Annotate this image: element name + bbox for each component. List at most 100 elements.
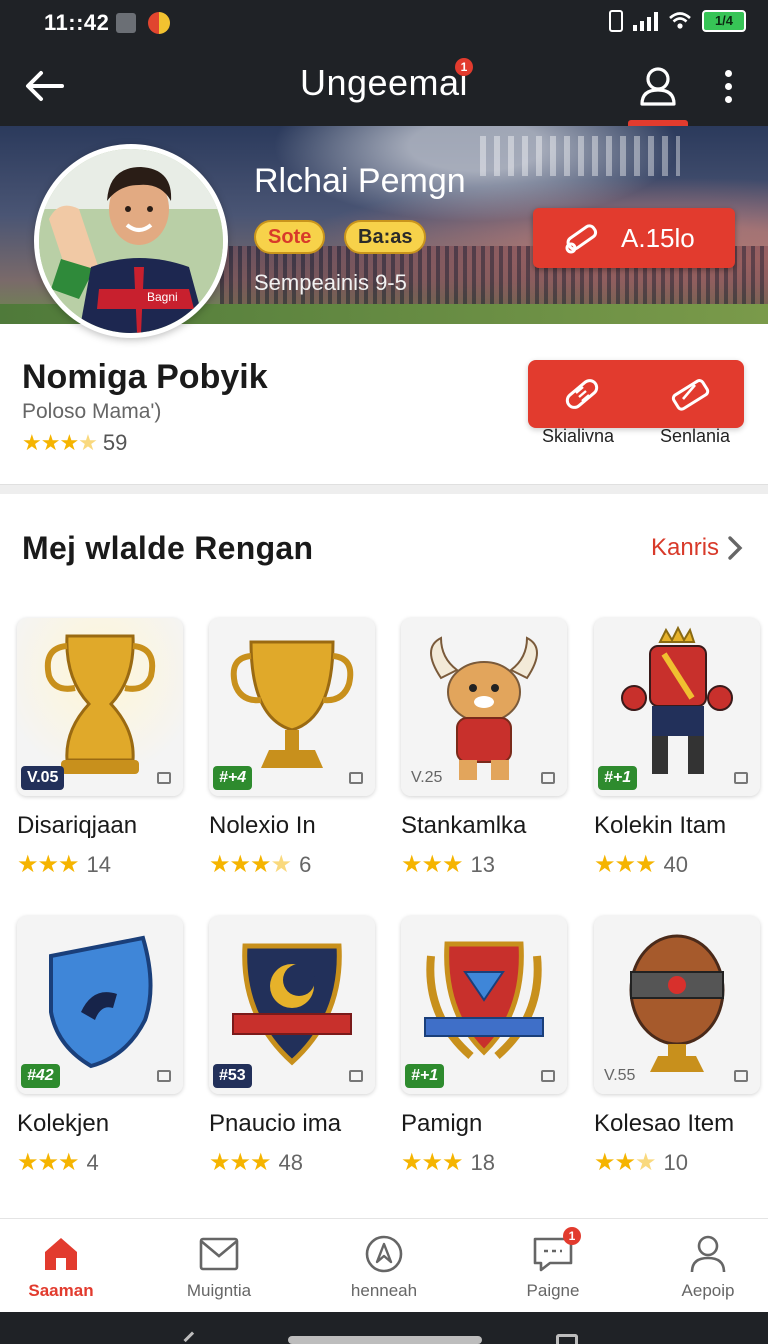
item-thumbnail[interactable]: #+1 [594, 618, 760, 796]
star-rating-icon: ★★★ [594, 851, 657, 878]
item-card[interactable]: #53 Pnaucio ima ★★★ 48 [209, 916, 377, 1177]
whistle-icon [553, 208, 609, 268]
item-badge: V.55 [604, 1067, 636, 1084]
nav-item-mail[interactable]: Muigntia [142, 1219, 296, 1313]
item-count: 13 [470, 851, 496, 877]
item-thumbnail[interactable]: V.55 [594, 916, 760, 1094]
player-rating: ★★★★ 59 [22, 430, 127, 456]
item-count: 18 [470, 1149, 496, 1175]
user-icon [640, 67, 676, 106]
chat-badge: 1 [563, 1227, 581, 1245]
nav-label: Muigntia [186, 1281, 252, 1300]
item-badge: #+1 [405, 1064, 445, 1088]
nav-item-home[interactable]: Saaman [0, 1219, 138, 1313]
avatar[interactable]: Bagni [34, 144, 228, 338]
collection-icon [349, 1070, 363, 1082]
item-name: Kolekin Itam [594, 812, 727, 839]
item-count: 14 [86, 851, 112, 877]
collection-icon [734, 772, 748, 784]
svg-text:Bagni: Bagni [147, 290, 178, 304]
item-card[interactable]: V.05 Disariqjaan ★★★ 14 [17, 618, 185, 879]
nav-label: Paigne [526, 1281, 580, 1300]
app-screen: 11::42 1/4 Ungeemai 1 Rlchai Pemgn Sote … [0, 0, 768, 1344]
rating-count: 59 [102, 430, 128, 455]
status-bar: 11::42 1/4 [0, 0, 768, 46]
banner-player-name: Rlchai Pemgn [254, 162, 466, 200]
system-recents-icon[interactable] [556, 1334, 578, 1344]
star-rating-icon: ★★★ [401, 1149, 464, 1176]
item-name: Nolexio In [209, 812, 316, 839]
item-name: Disariqjaan [17, 812, 138, 839]
system-back-icon[interactable] [183, 1331, 201, 1344]
item-rating: ★★★ 10 [594, 1148, 762, 1177]
item-rating: ★★★ 14 [17, 850, 185, 879]
nav-item-profile[interactable]: Aepoip [631, 1219, 768, 1313]
banner-action-button[interactable]: A.15lo [533, 208, 735, 268]
item-count: 48 [278, 1149, 304, 1175]
item-name: Pnaucio ima [209, 1110, 342, 1137]
item-thumbnail[interactable]: #+4 [209, 618, 375, 796]
item-card[interactable]: #+1 Kolekin Itam ★★★ 40 [594, 618, 762, 879]
item-card[interactable]: #42 Kolekjen ★★★ 4 [17, 916, 185, 1177]
bandage-button[interactable] [528, 360, 636, 428]
see-all-link[interactable]: Kanris [651, 534, 743, 562]
system-home-handle[interactable] [288, 1336, 482, 1344]
title-notification-badge: 1 [455, 58, 473, 76]
chevron-right-icon [728, 536, 743, 560]
item-card[interactable]: #+4 Nolexio In ★★★★ 6 [209, 618, 377, 879]
item-badge: #+1 [598, 766, 638, 790]
item-rating: ★★★ 40 [594, 850, 762, 879]
vibrate-icon [609, 10, 623, 32]
status-indicators: 1/4 [609, 10, 746, 32]
item-thumbnail[interactable]: #53 [209, 916, 375, 1094]
star-rating-icon: ★★★ [594, 1149, 657, 1176]
item-thumbnail[interactable]: V.25 [401, 618, 567, 796]
star-rating-icon: ★★★★ [22, 430, 98, 455]
player-photo: Bagni [39, 149, 223, 333]
player-name: Nomiga Pobyik [22, 358, 268, 396]
collection-icon [157, 1070, 171, 1082]
nav-label: henneah [350, 1281, 418, 1300]
compass-icon [362, 1233, 406, 1275]
star-rating-icon: ★★★★ [209, 851, 292, 878]
item-rating: ★★★ 13 [401, 850, 569, 879]
more-options-button[interactable] [710, 60, 746, 112]
item-badge: #42 [21, 1064, 60, 1088]
item-card[interactable]: V.55 Kolesao Item ★★★ 10 [594, 916, 762, 1177]
item-rating: ★★★ 4 [17, 1148, 185, 1177]
item-rating: ★★★ 48 [209, 1148, 377, 1177]
eraser-button[interactable] [636, 360, 744, 428]
item-badge: #53 [213, 1064, 252, 1088]
status-time: 11::42 [44, 10, 110, 35]
nav-item-chat[interactable]: 1 Paigne [476, 1219, 630, 1313]
star-rating-icon: ★★★ [17, 851, 80, 878]
player-subtitle: Poloso Mama') [22, 400, 162, 423]
bandage-label: Skialivna [541, 426, 615, 446]
collection-icon [157, 772, 171, 784]
banner-subtitle: Sempeainis 9-5 [254, 270, 407, 295]
system-navigation [0, 1312, 768, 1344]
item-count: 40 [663, 851, 689, 877]
stadium-lights [480, 136, 680, 176]
collection-icon [349, 772, 363, 784]
star-rating-icon: ★★★ [17, 1149, 80, 1176]
item-name: Stankamlka [401, 812, 527, 839]
item-thumbnail[interactable]: V.05 [17, 618, 183, 796]
item-count: 4 [86, 1149, 99, 1175]
collection-icon [541, 772, 555, 784]
app-bar: Ungeemai 1 [0, 46, 768, 126]
item-badge: V.05 [21, 766, 65, 790]
item-thumbnail[interactable]: #42 [17, 916, 183, 1094]
item-thumbnail[interactable]: #+1 [401, 916, 567, 1094]
nav-item-compass[interactable]: henneah [307, 1219, 461, 1313]
item-name: Kolesao Item [594, 1110, 735, 1137]
battery-icon: 1/4 [702, 10, 746, 32]
wifi-icon [669, 12, 691, 29]
app-notification-icon [148, 12, 170, 34]
see-all-label: Kanris [651, 534, 720, 561]
profile-button[interactable] [630, 58, 686, 114]
item-card[interactable]: #+1 Pamign ★★★ 18 [401, 916, 569, 1177]
notification-icon [116, 13, 136, 33]
nav-label: Aepoip [681, 1281, 735, 1300]
item-card[interactable]: V.25 Stankamlka ★★★ 13 [401, 618, 569, 879]
